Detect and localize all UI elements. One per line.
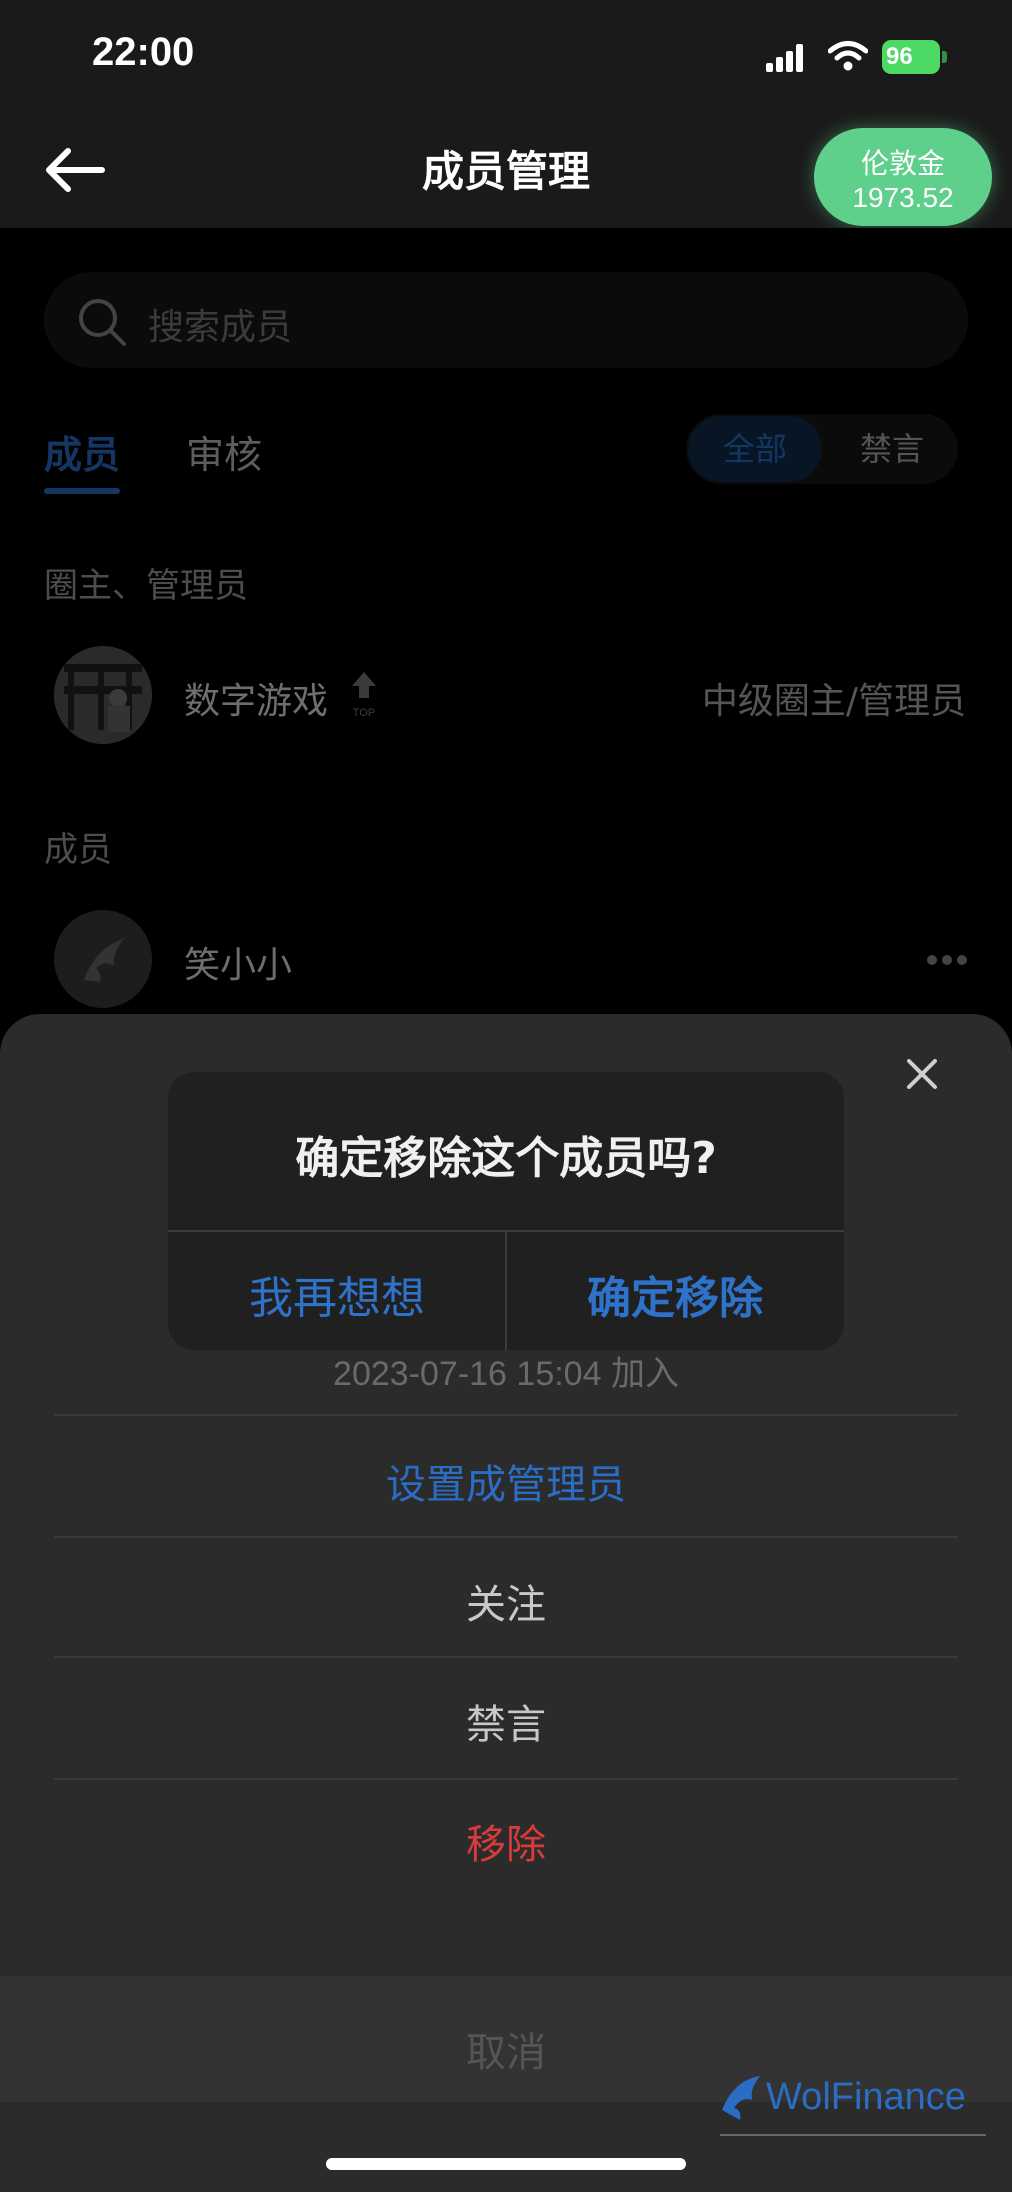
dialog-cancel-button[interactable]: 我再想想 <box>168 1262 506 1326</box>
section-title-admins: 圈主、管理员 <box>44 566 248 606</box>
mute-button[interactable]: 禁言 <box>54 1692 958 1750</box>
avatar[interactable] <box>54 646 152 744</box>
tab-review[interactable]: 审核 <box>186 424 262 479</box>
cellular-signal-icon <box>766 44 803 72</box>
search-icon <box>79 299 126 346</box>
close-icon[interactable] <box>904 1056 940 1092</box>
member-role: 中级圈主/管理员 <box>701 681 966 722</box>
join-time: 2023-07-16 15:04 加入 <box>333 1355 679 1393</box>
battery-level: 96 <box>886 43 913 70</box>
member-name: 数字游戏 <box>184 681 329 722</box>
follow-button[interactable]: 关注 <box>54 1572 958 1630</box>
watermark-underline <box>720 2134 986 2136</box>
tab-members[interactable]: 成员 <box>44 424 120 479</box>
home-indicator <box>326 2158 686 2170</box>
wifi-icon <box>828 41 868 71</box>
dialog-confirm-remove-button[interactable]: 确定移除 <box>506 1262 844 1326</box>
filter-all-button[interactable]: 全部 <box>688 416 822 482</box>
filter-muted-button[interactable]: 禁言 <box>828 416 956 482</box>
battery-indicator: 96 <box>882 40 948 74</box>
watermark-text: WolFinance <box>766 2076 966 2118</box>
svg-text:TOP: TOP <box>353 707 375 719</box>
set-admin-button[interactable]: 设置成管理员 <box>54 1452 958 1510</box>
remove-button[interactable]: 移除 <box>54 1812 958 1870</box>
section-title-members: 成员 <box>44 830 112 870</box>
active-tab-indicator <box>44 488 120 494</box>
divider <box>54 1778 958 1780</box>
gold-price-value: 1973.52 <box>852 182 954 213</box>
gold-price-label: 伦敦金 <box>860 147 945 180</box>
search-placeholder: 搜索成员 <box>148 307 293 348</box>
avatar[interactable] <box>54 910 152 1008</box>
gold-price-badge[interactable]: 伦敦金 1973.52 <box>814 128 992 226</box>
more-options-icon[interactable] <box>926 954 968 966</box>
divider <box>54 1656 958 1658</box>
dialog-title: 确定移除这个成员吗? <box>295 1133 717 1184</box>
divider <box>54 1536 958 1538</box>
member-name: 笑小小 <box>184 945 293 986</box>
divider <box>54 1414 958 1416</box>
status-time: 22:00 <box>92 30 195 74</box>
top-badge-icon: TOP <box>352 672 376 719</box>
